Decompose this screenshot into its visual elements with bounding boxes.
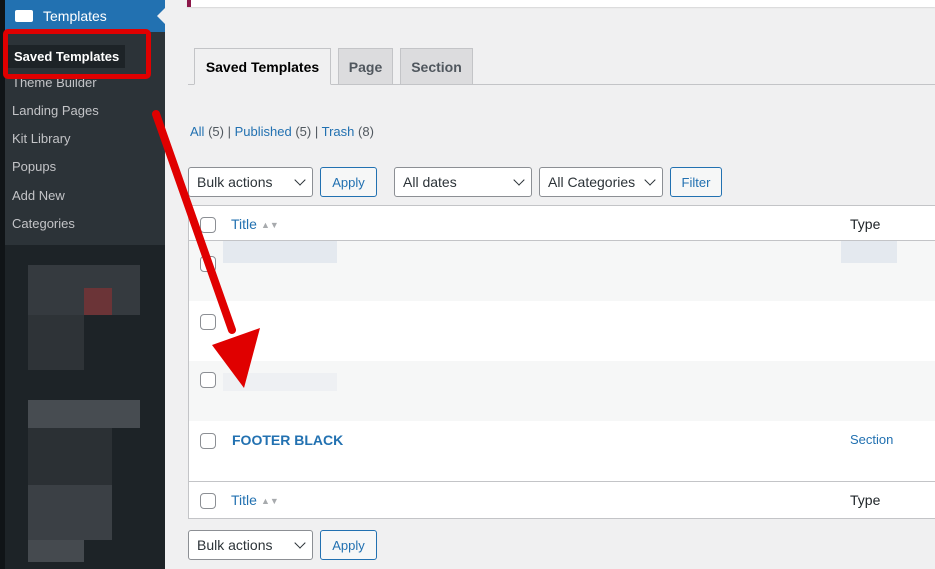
arrow-head-icon [212, 328, 260, 388]
red-arrow-annotation [152, 110, 260, 388]
arrow-shaft [152, 110, 236, 334]
